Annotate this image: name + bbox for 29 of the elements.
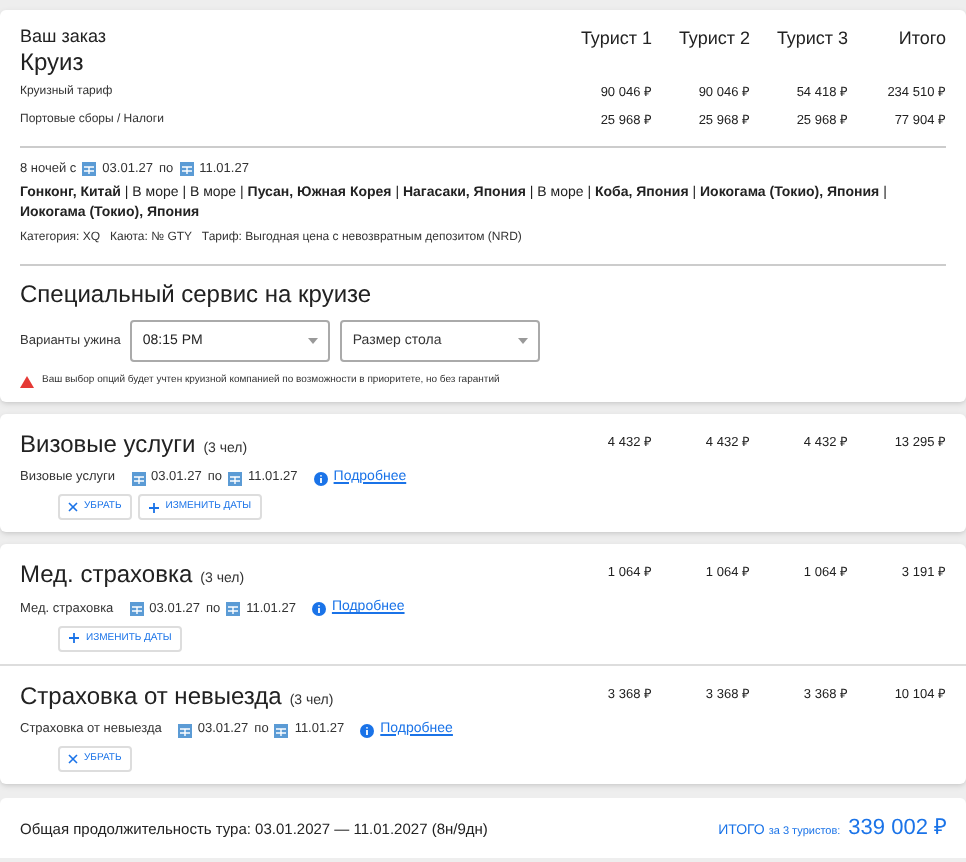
calendar-icon <box>131 471 146 485</box>
info-icon <box>313 471 328 485</box>
info-icon <box>360 723 375 737</box>
service-title: Визовые услуги <box>20 427 196 462</box>
column-header: Турист 2 <box>676 26 750 52</box>
section-title: Специальный сервис на круизе <box>20 278 374 313</box>
service-title: Страховка от невыезда <box>20 679 282 714</box>
column-header: Турист 3 <box>774 26 848 52</box>
order-subtitle: Круиз <box>20 48 86 76</box>
calendar-icon <box>227 471 242 485</box>
calendar-icon <box>179 161 194 176</box>
total-price: 339 002 ₽ <box>848 814 946 844</box>
calendar-icon <box>177 723 192 737</box>
plus-icon <box>147 501 160 514</box>
close-icon <box>68 502 78 513</box>
calendar-icon <box>226 602 241 616</box>
order-title: Ваш заказ <box>20 26 109 48</box>
column-header: Турист 1 <box>578 26 652 52</box>
dropdown-icon <box>518 338 529 345</box>
column-header: Итого <box>896 26 946 52</box>
dropdown-icon <box>308 338 319 345</box>
calendar-icon <box>82 161 97 176</box>
warning-icon <box>20 376 34 388</box>
calendar-icon <box>274 723 289 737</box>
calendar-icon <box>129 602 144 616</box>
plus-icon <box>68 632 80 645</box>
info-icon <box>311 602 326 616</box>
close-icon <box>68 754 78 765</box>
service-title: Мед. страховка <box>20 558 193 593</box>
